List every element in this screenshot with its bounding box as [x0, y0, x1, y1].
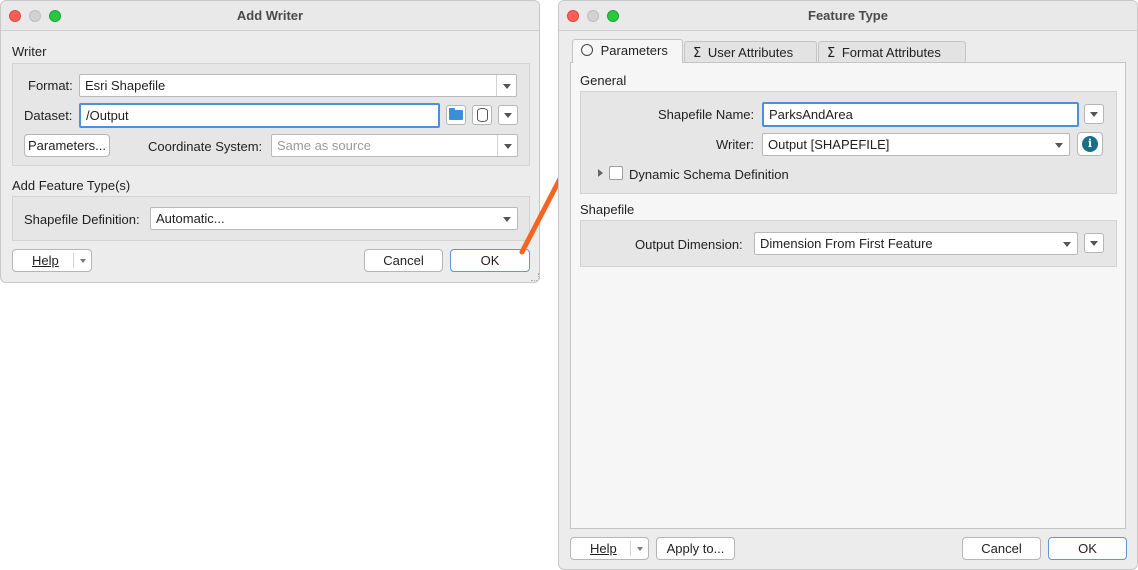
gear-icon	[581, 44, 593, 56]
writer-info-button[interactable]: i	[1077, 132, 1103, 156]
coordinate-system-select[interactable]: Same as source	[271, 134, 518, 157]
parameters-button[interactable]: Parameters...	[24, 134, 110, 157]
dynamic-schema-checkbox[interactable]	[609, 166, 623, 180]
dataset-input[interactable]: /Output	[79, 103, 440, 128]
shapefile-name-input[interactable]: ParksAndArea	[762, 102, 1079, 127]
window-title: Add Writer	[236, 8, 304, 23]
format-value: Esri Shapefile	[85, 78, 166, 93]
chevron-down-icon	[1057, 233, 1077, 254]
tab-parameters-label: Parameters	[600, 43, 668, 58]
dataset-label: Dataset:	[24, 108, 73, 123]
shapefile-definition-select[interactable]: Automatic...	[150, 207, 518, 230]
output-dimension-select[interactable]: Dimension From First Feature	[754, 232, 1078, 255]
dynamic-schema-label: Dynamic Schema Definition	[629, 167, 789, 182]
output-dimension-label: Output Dimension:	[635, 237, 743, 252]
browse-folder-button[interactable]	[446, 105, 466, 125]
output-dimension-options-dropdown[interactable]	[1084, 233, 1104, 253]
shapefile-name-label: Shapefile Name:	[658, 107, 755, 122]
tab-user-attributes[interactable]: Σ User Attributes	[684, 41, 817, 63]
dataset-value: /Output	[86, 108, 129, 123]
database-connection-button[interactable]	[472, 105, 492, 125]
writer-section-title: Writer	[12, 44, 47, 59]
chevron-down-icon	[496, 75, 516, 96]
chevron-down-icon	[1049, 134, 1069, 155]
disclosure-triangle-icon[interactable]	[598, 169, 603, 177]
feature-type-window: Feature Type Parameters Σ User Attribute…	[558, 0, 1138, 570]
format-select[interactable]: Esri Shapefile	[79, 74, 517, 97]
tab-parameters[interactable]: Parameters	[572, 39, 683, 63]
help-button-label: Help	[590, 541, 617, 556]
folder-icon	[449, 110, 463, 120]
shapefile-name-options-dropdown[interactable]	[1084, 104, 1104, 124]
cancel-button[interactable]: Cancel	[364, 249, 443, 272]
shapefile-section-title: Shapefile	[580, 202, 635, 217]
cancel-button[interactable]: Cancel	[962, 537, 1041, 560]
ok-button[interactable]: OK	[1048, 537, 1127, 560]
help-button[interactable]: Help	[570, 537, 649, 560]
chevron-down-icon	[73, 253, 91, 268]
tab-format-attributes[interactable]: Σ Format Attributes	[818, 41, 966, 63]
info-icon: i	[1082, 136, 1098, 152]
apply-to-button[interactable]: Apply to...	[656, 537, 735, 560]
coordinate-system-label: Coordinate System:	[148, 139, 263, 154]
shapefile-definition-value: Automatic...	[156, 211, 225, 226]
window-title: Feature Type	[808, 8, 888, 23]
chevron-down-icon	[630, 541, 648, 556]
general-section-title: General	[580, 73, 627, 88]
tab-format-attributes-label: Format Attributes	[841, 45, 941, 60]
folder-tab-shape	[449, 108, 455, 111]
help-button[interactable]: Help	[12, 249, 92, 272]
sigma-icon: Σ	[827, 46, 836, 61]
add-writer-window: Add Writer Writer Format: Esri Shapefile…	[0, 0, 540, 283]
sigma-icon: Σ	[693, 46, 702, 61]
writer-value: Output [SHAPEFILE]	[768, 137, 890, 152]
writer-select[interactable]: Output [SHAPEFILE]	[762, 133, 1070, 156]
tab-user-attributes-label: User Attributes	[707, 45, 794, 60]
add-writer-titlebar: Add Writer	[1, 1, 539, 31]
resize-grip-icon[interactable]	[531, 273, 539, 281]
shapefile-name-value: ParksAndArea	[769, 107, 853, 122]
help-button-label: Help	[32, 253, 59, 268]
feature-type-titlebar: Feature Type	[559, 1, 1137, 31]
feature-type-section-title: Add Feature Type(s)	[12, 178, 131, 193]
shapefile-definition-label: Shapefile Definition:	[24, 212, 140, 227]
writer-label: Writer:	[716, 137, 755, 152]
format-label: Format:	[28, 78, 73, 93]
output-dimension-value: Dimension From First Feature	[760, 236, 933, 251]
database-icon	[477, 108, 488, 122]
coordinate-system-placeholder: Same as source	[277, 138, 371, 153]
